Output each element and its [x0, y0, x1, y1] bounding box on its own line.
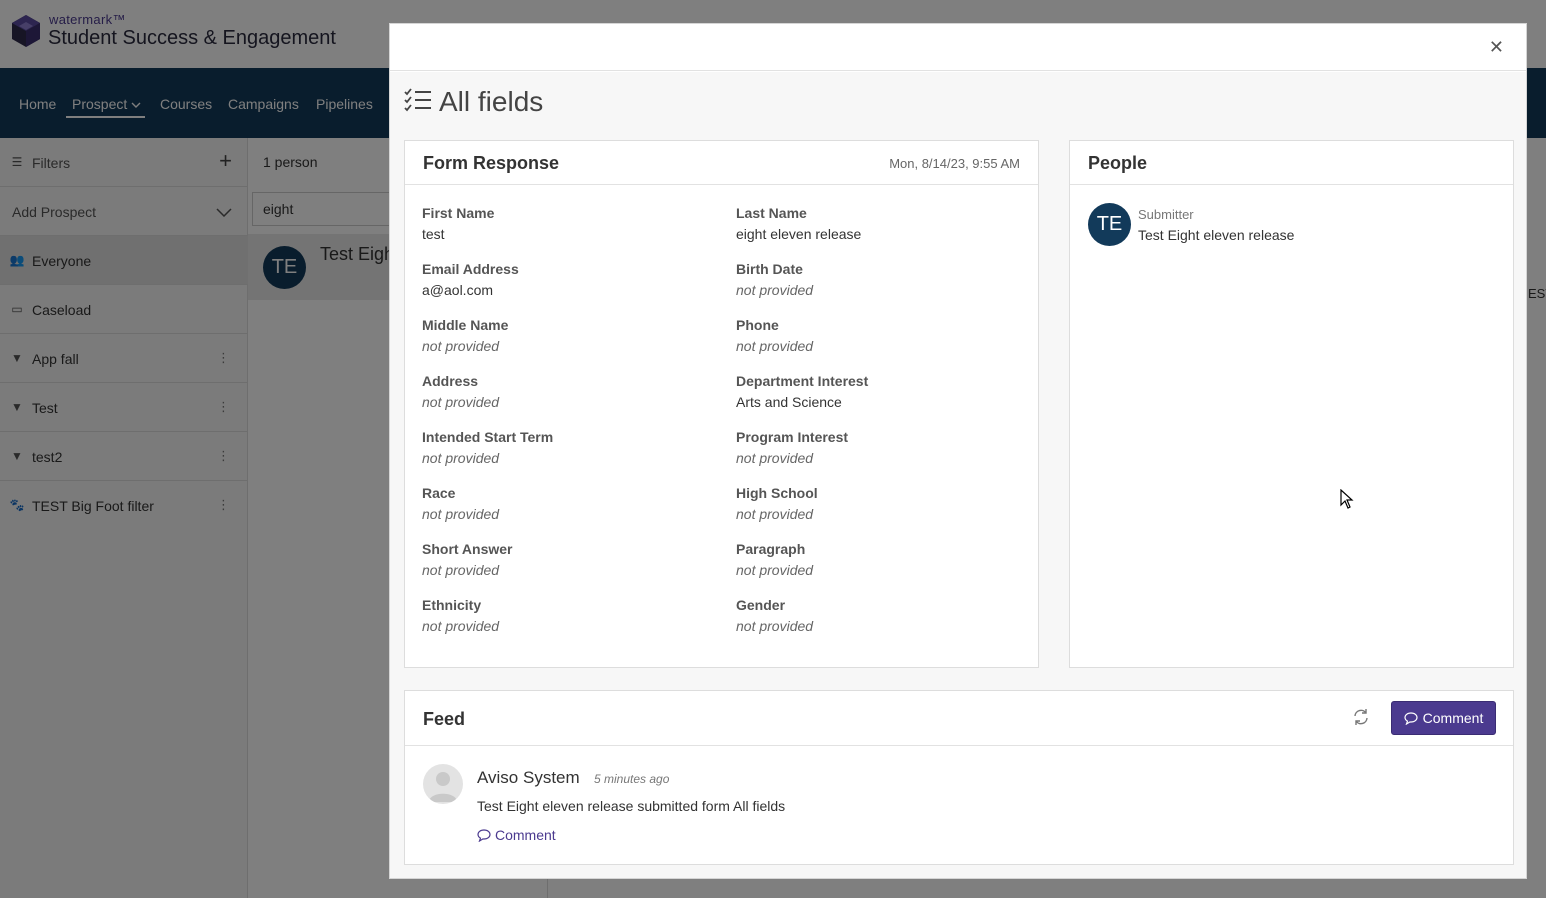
comment-icon	[477, 828, 491, 842]
field-label: Short Answer	[422, 541, 513, 557]
form-response-card: Form Response Mon, 8/14/23, 9:55 AM Firs…	[404, 140, 1039, 668]
mouse-cursor-icon	[1340, 489, 1354, 509]
feed-author: Aviso System	[477, 768, 580, 787]
feed-message: Test Eight eleven release submitted form…	[477, 798, 786, 814]
field-value: not provided	[736, 506, 814, 522]
field-value: not provided	[736, 282, 814, 298]
close-icon[interactable]: ✕	[1489, 37, 1504, 58]
field-value: not provided	[422, 618, 500, 634]
form-field: Paragraph not provided	[736, 541, 1026, 578]
field-label: Birth Date	[736, 261, 803, 277]
field-label: Gender	[736, 597, 786, 613]
field-label: Last Name	[736, 205, 807, 221]
field-value: not provided	[422, 338, 500, 354]
field-value: a@aol.com	[422, 282, 494, 298]
modal-title: All fields	[439, 86, 544, 117]
field-value: not provided	[736, 450, 814, 466]
field-label: Department Interest	[736, 373, 869, 389]
refresh-icon[interactable]	[1352, 708, 1370, 726]
comment-button[interactable]: Comment	[1391, 701, 1496, 735]
form-field: Address not provided	[422, 373, 712, 410]
form-field: Phone not provided	[736, 317, 1026, 354]
comment-icon	[1404, 711, 1418, 725]
form-field: First Name test	[422, 205, 712, 242]
feed-title: Feed	[423, 709, 466, 729]
form-field: Program Interest not provided	[736, 429, 1026, 466]
field-label: Program Interest	[736, 429, 849, 445]
field-label: First Name	[422, 205, 495, 221]
field-label: High School	[736, 485, 818, 501]
form-field: Race not provided	[422, 485, 712, 522]
feed-comment-label: Comment	[495, 827, 556, 843]
form-response-title: Form Response	[423, 153, 560, 173]
modal-header: ✕	[390, 24, 1526, 71]
field-value: not provided	[422, 562, 500, 578]
form-response-header: Form Response Mon, 8/14/23, 9:55 AM	[405, 141, 1038, 185]
form-field: Gender not provided	[736, 597, 1026, 634]
field-label: Phone	[736, 317, 779, 333]
form-field: Intended Start Term not provided	[422, 429, 712, 466]
field-label: Intended Start Term	[422, 429, 554, 445]
form-field: High School not provided	[736, 485, 1026, 522]
form-field: Middle Name not provided	[422, 317, 712, 354]
feed-comment-link[interactable]: Comment	[477, 827, 556, 843]
field-label: Address	[422, 373, 479, 389]
people-title: People	[1088, 153, 1148, 173]
field-value: not provided	[422, 394, 500, 410]
form-field: Short Answer not provided	[422, 541, 712, 578]
field-value: not provided	[422, 450, 500, 466]
field-value: not provided	[736, 618, 814, 634]
default-avatar-icon	[423, 764, 463, 804]
field-label: Middle Name	[422, 317, 509, 333]
field-value: not provided	[422, 506, 500, 522]
form-field: Email Address a@aol.com	[422, 261, 712, 298]
people-name[interactable]: Test Eight eleven release	[1138, 227, 1294, 243]
field-value: not provided	[736, 562, 814, 578]
form-field: Last Name eight eleven release	[736, 205, 1026, 242]
field-value: eight eleven release	[736, 226, 862, 242]
field-value: not provided	[736, 338, 814, 354]
form-field: Birth Date not provided	[736, 261, 1026, 298]
comment-button-label: Comment	[1422, 710, 1484, 726]
field-label: Ethnicity	[422, 597, 482, 613]
modal-body: All fields Form Response Mon, 8/14/23, 9…	[390, 72, 1526, 878]
form-field: Department Interest Arts and Science	[736, 373, 1026, 410]
field-label: Email Address	[422, 261, 519, 277]
form-response-date: Mon, 8/14/23, 9:55 AM	[889, 156, 1020, 171]
field-label: Paragraph	[736, 541, 806, 557]
field-value: test	[422, 226, 445, 242]
form-field: Ethnicity not provided	[422, 597, 712, 634]
all-fields-modal: ✕ All fields Form Response Mon, 8/14/23,…	[389, 23, 1527, 879]
checklist-icon	[404, 88, 431, 112]
field-label: Race	[422, 485, 456, 501]
feed-header: Feed Comment	[405, 691, 1513, 746]
feed-card: Feed Comment Aviso System 5 minutes ago	[404, 690, 1514, 865]
people-header: People	[1070, 141, 1513, 185]
field-value: Arts and Science	[736, 394, 842, 410]
people-role: Submitter	[1138, 207, 1194, 222]
people-card: People TE Submitter Test Eight eleven re…	[1069, 140, 1514, 668]
feed-time: 5 minutes ago	[594, 772, 670, 786]
avatar: TE	[1088, 203, 1131, 246]
